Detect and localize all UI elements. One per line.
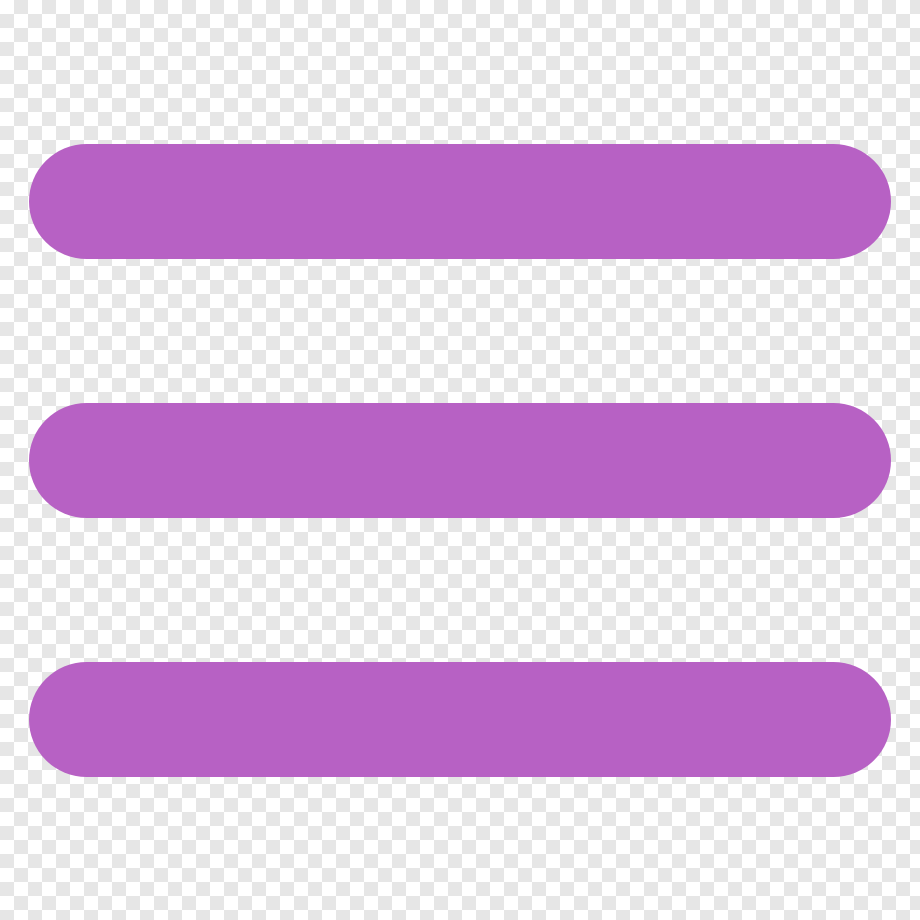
menu-line-top xyxy=(29,144,891,259)
transparent-background xyxy=(0,0,920,920)
menu-line-bottom xyxy=(29,662,891,777)
menu-line-middle xyxy=(29,403,891,518)
hamburger-menu-icon[interactable] xyxy=(29,144,891,777)
